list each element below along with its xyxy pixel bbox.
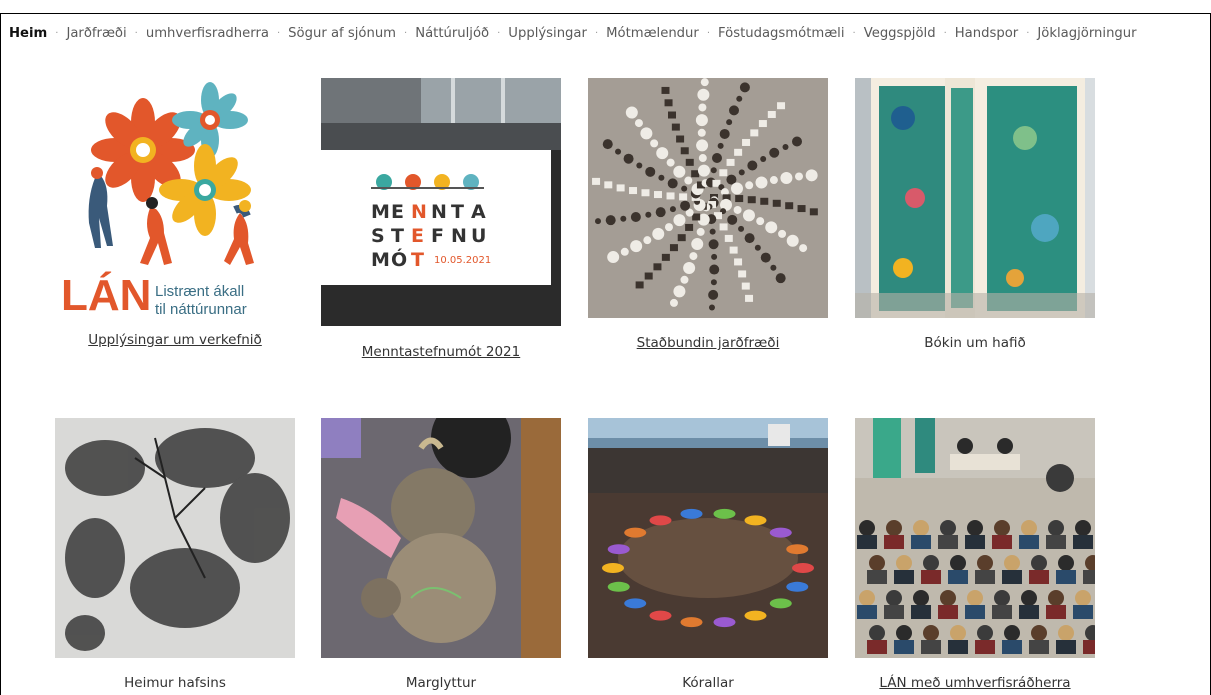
menntastefnumot-letter: M [371,249,390,271]
nav-separator: · [276,27,281,39]
tile-lan-umhverfisradherra[interactable]: LÁN með umhverfisráðherra [855,418,1095,691]
menntastefnumot-letter: T [411,249,424,271]
leaf-prints-photo [55,418,295,658]
menntastefnumot-letter: S [371,225,385,247]
nav-separator: · [404,27,408,39]
menntastefnumot-photo: MENNTASTEFNUMÓT 10.05.2021 [321,78,561,326]
tile-caption-link[interactable]: Staðbundin jarðfræði [588,335,828,351]
lan-wordmark: LÁN Listrænt ákall til náttúrunnar [61,270,247,318]
menntastefnumot-letter: N [411,201,427,223]
tile-marglyttur[interactable]: Marglyttur [321,418,561,691]
tile-stadbundin-jardfraedi[interactable]: Staðbundin jarðfræði [588,78,828,351]
tile-heimur-hafsins[interactable]: Heimur hafsins [55,418,295,691]
audience-photo [855,418,1095,658]
nav-item-6[interactable]: Mótmælendur [606,26,699,41]
nav-item-1[interactable]: Jarðfræði [66,26,126,41]
nav-separator: · [1026,27,1030,39]
menntastefnumot-letter: T [391,225,404,247]
menntastefnumot-letter: E [411,225,424,247]
menntastefnumot-letter: Ó [391,247,407,271]
nav-item-7[interactable]: Föstudagsmótmæli [718,26,845,41]
beach-children-photo [588,418,828,658]
nav-item-4[interactable]: Náttúruljóð [415,26,489,41]
tile-caption-link[interactable]: Upplýsingar um verkefnið [55,332,295,348]
menntastefnumot-letter: T [451,201,464,223]
nav-separator: · [852,27,856,39]
tile-bokin-um-hafid[interactable]: Bókin um hafið [855,78,1095,351]
menntastefnumot-letter: E [391,201,404,223]
tile-project-info[interactable]: LÁN Listrænt ákall til náttúrunnar Upplý… [55,78,295,348]
lan-logo-image: LÁN Listrænt ákall til náttúrunnar [55,78,295,318]
tile-caption: Marglyttur [405,675,477,691]
tile-caption: Heimur hafsins [124,675,226,691]
svg-text:til náttúrunnar: til náttúrunnar [155,301,247,318]
tile-caption: Kórallar [682,675,734,691]
tile-korallar[interactable]: Kórallar [588,418,828,691]
menntastefnumot-letter: N [431,201,447,223]
tile-menntastefnumot[interactable]: MENNTASTEFNUMÓT 10.05.2021 Menntastefnum… [321,78,561,360]
nav-item-2[interactable]: umhverfisradherra [146,26,269,41]
menntastefnumot-letter: U [471,225,486,247]
nav-separator: · [943,27,947,39]
nav-item-heim[interactable]: Heim [9,26,47,41]
tile-caption-link[interactable]: LÁN með umhverfisráðherra [855,675,1095,691]
nav-separator: · [594,27,599,39]
nav-separator: · [706,27,711,39]
nav-item-5[interactable]: Upplýsingar [508,26,587,41]
menntastefnumot-letter: M [371,201,390,223]
menntastefnumot-letter: F [431,225,444,247]
tile-caption-link[interactable]: Menntastefnumót 2021 [321,344,561,360]
top-navigation: Heim · Jarðfræði · umhverfisradherra · Sögur a… [9,24,1137,42]
nav-separator: · [134,27,138,39]
nav-item-3[interactable]: Sögur af sjónum [288,26,396,41]
nav-separator: · [497,27,501,39]
ocean-book-photo [855,78,1095,318]
menntastefnumot-letter: A [471,201,486,223]
menntastefnumot-letter: N [451,225,467,247]
nav-separator: · [55,27,59,39]
svg-text:LÁN: LÁN [61,270,151,318]
svg-text:Listrænt ákall: Listrænt ákall [155,283,244,300]
svg-text:10.05.2021: 10.05.2021 [434,255,491,266]
jellyfish-doll-photo [321,418,561,658]
nav-item-8[interactable]: Veggspjöld [864,26,936,41]
tile-caption: Bókin um hafið [924,335,1026,351]
stone-spiral-photo [588,78,828,318]
nav-item-10[interactable]: Jöklagjörningur [1037,26,1136,41]
nav-item-9[interactable]: Handspor [955,26,1018,41]
